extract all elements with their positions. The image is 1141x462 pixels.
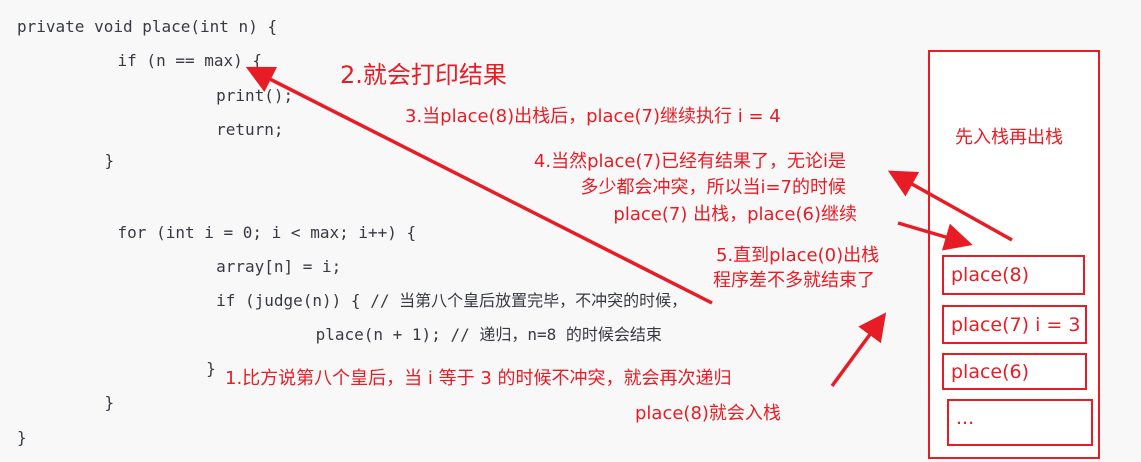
arrow-to-note5 — [830, 312, 887, 388]
arrows-layer — [245, 66, 1013, 388]
arrow-to-place8-frame — [897, 221, 973, 251]
arrow-to-if-statement — [245, 66, 713, 305]
arrow-to-note4 — [887, 170, 1013, 242]
